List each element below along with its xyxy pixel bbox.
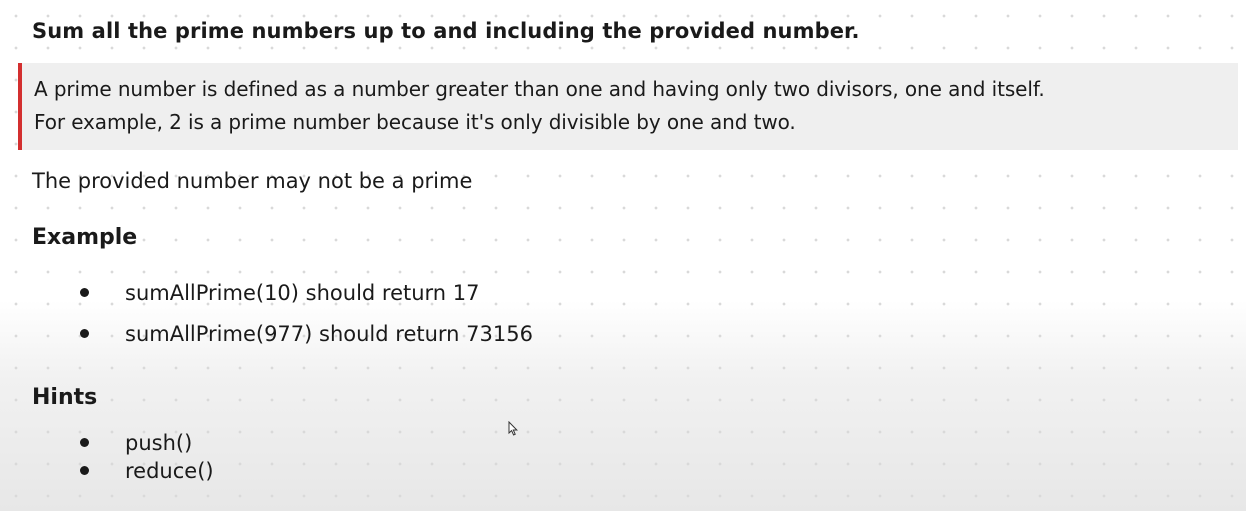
problem-title: Sum all the prime numbers up to and incl…: [32, 19, 860, 43]
bullet-icon: [80, 287, 89, 297]
hint-item-text: push(): [125, 431, 193, 455]
example-item-2: sumAllPrime(977) should return 73156: [80, 322, 533, 346]
example-item-text: sumAllPrime(10) should return 17: [125, 281, 480, 305]
bullet-icon: [80, 465, 89, 475]
example-heading: Example: [32, 225, 138, 250]
hints-heading: Hints: [32, 385, 98, 410]
bullet-icon: [80, 328, 89, 338]
example-item-1: sumAllPrime(10) should return 17: [80, 281, 480, 305]
hint-item-text: reduce(): [125, 459, 214, 483]
hint-item-2: reduce(): [80, 459, 214, 483]
problem-statement-page: Sum all the prime numbers up to and incl…: [0, 0, 1246, 511]
callout-line-2: For example, 2 is a prime number because…: [34, 110, 796, 134]
definition-callout: A prime number is defined as a number gr…: [18, 63, 1238, 150]
bullet-icon: [80, 437, 89, 447]
mouse-pointer-icon: [508, 420, 518, 440]
callout-line-1: A prime number is defined as a number gr…: [34, 77, 1045, 101]
prime-note: The provided number may not be a prime: [32, 169, 473, 193]
example-item-text: sumAllPrime(977) should return 73156: [125, 322, 533, 346]
hint-item-1: push(): [80, 431, 192, 455]
